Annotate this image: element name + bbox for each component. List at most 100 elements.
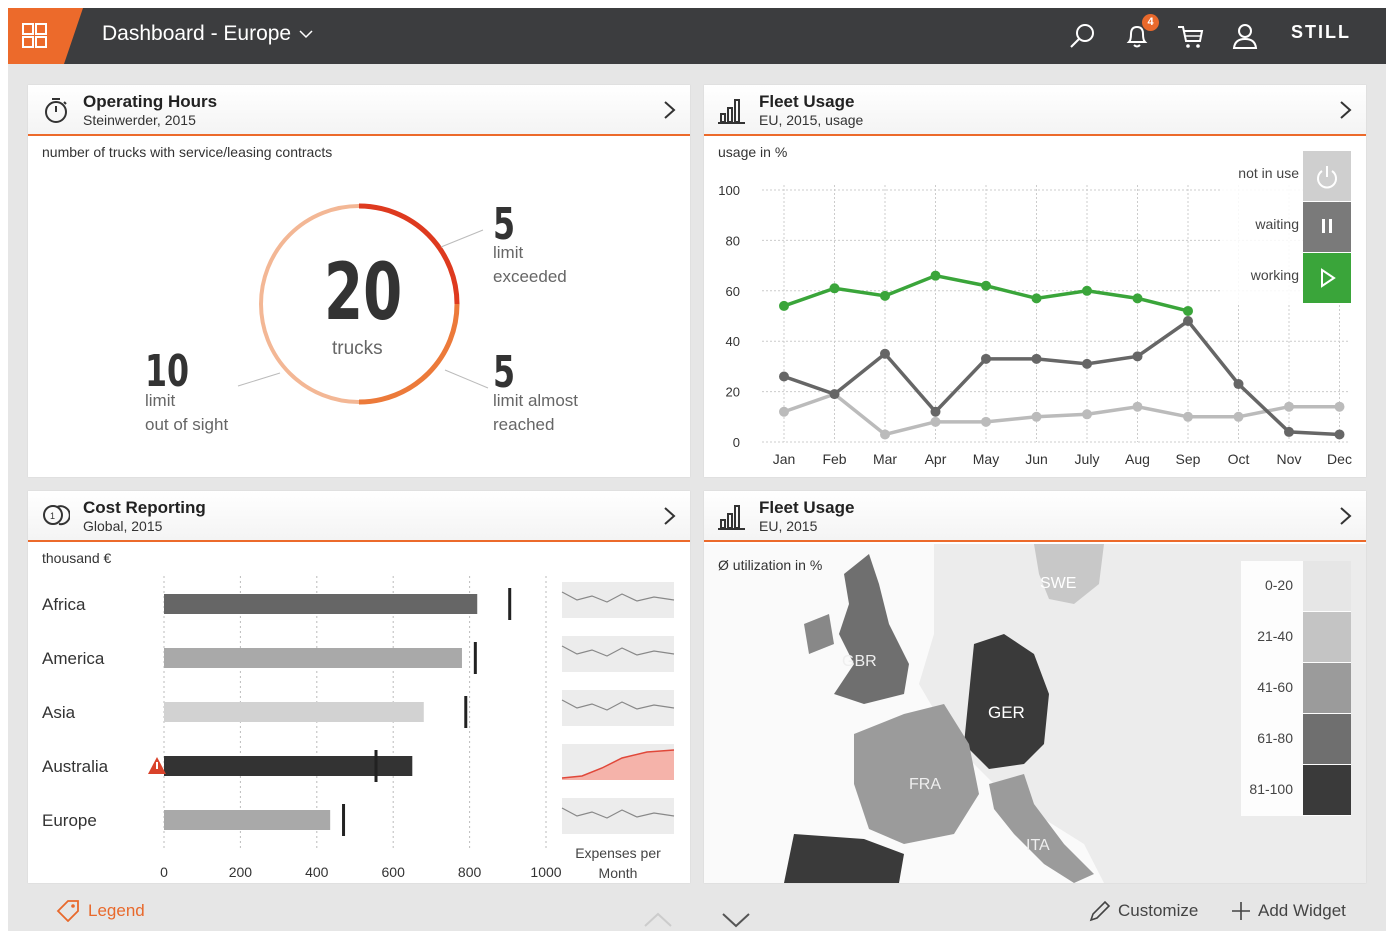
data-point: [880, 290, 890, 301]
x-tick-label: Mar: [873, 451, 897, 467]
x-tick-label: Sep: [1176, 451, 1201, 467]
map-label-ger: GER: [988, 703, 1025, 722]
legend-range-label: 41-60: [1257, 679, 1293, 695]
data-point: [1031, 353, 1042, 364]
data-point: [1031, 293, 1042, 304]
widget-title: Fleet Usage: [759, 498, 855, 517]
x-tick-label: Apr: [925, 451, 947, 467]
legend-not-in-use-label: not in use: [1238, 165, 1299, 181]
data-point: [829, 283, 840, 294]
y-tick-label: 100: [718, 183, 740, 198]
x-tick-label: Jan: [773, 451, 796, 467]
legend-row: 21-40: [1241, 612, 1351, 662]
cart-icon[interactable]: [1175, 20, 1207, 52]
map-caption: Ø utilization in %: [718, 557, 823, 573]
total-trucks-value: 20: [324, 248, 403, 338]
y-tick-label: 40: [726, 334, 740, 349]
fleet-usage-widget: Fleet Usage EU, 2015, usage usage in % 0…: [704, 85, 1366, 477]
target-marker: [374, 750, 378, 782]
pause-icon[interactable]: [1303, 202, 1351, 252]
data-point: [829, 389, 840, 400]
data-point: [1183, 316, 1193, 327]
data-point: [1132, 351, 1143, 362]
data-point: [1233, 411, 1244, 422]
target-marker: [473, 642, 477, 674]
x-tick-label: Nov: [1277, 451, 1302, 467]
x-tick-label: Feb: [822, 451, 846, 467]
widget-header[interactable]: Fleet Usage EU, 2015: [704, 491, 1366, 542]
legend-label: Legend: [88, 901, 145, 920]
customize-button[interactable]: Customize: [1088, 900, 1198, 922]
y-tick-label: 20: [726, 385, 740, 400]
legend-swatch: [1303, 714, 1351, 764]
x-tick-label: July: [1075, 451, 1100, 467]
target-marker: [508, 588, 512, 620]
y-tick-label: 0: [733, 435, 740, 450]
cost-bar-chart: 0 200 400 600 800 1000 Africa America Asia Austra…: [42, 576, 675, 880]
play-icon[interactable]: [1303, 253, 1351, 303]
x-tick-label: 200: [229, 864, 253, 880]
legend-row: 61-80: [1241, 714, 1351, 764]
bar: [164, 810, 331, 830]
x-tick-label: May: [973, 451, 999, 467]
widget-subtitle: EU, 2015: [759, 518, 818, 534]
data-point: [1334, 401, 1345, 412]
legend-range-label: 61-80: [1257, 730, 1293, 746]
map-label-ita: ITA: [1026, 837, 1050, 854]
data-point: [1132, 401, 1143, 412]
bar: [164, 648, 462, 668]
data-point: [880, 348, 890, 359]
data-point: [779, 300, 789, 311]
data-point: [1031, 411, 1042, 422]
chevron-up-icon[interactable]: [643, 910, 673, 928]
legend-range-label: 21-40: [1257, 628, 1293, 644]
legend-range-label: 0-20: [1264, 577, 1293, 593]
add-widget-label: Add Widget: [1258, 901, 1346, 920]
legend-swatch: [1303, 663, 1351, 713]
search-icon[interactable]: [1067, 20, 1099, 52]
customize-label: Customize: [1118, 901, 1199, 920]
user-icon[interactable]: [1229, 20, 1261, 52]
bar: [164, 702, 424, 722]
category-label: Asia: [42, 703, 76, 722]
x-tick-label: Oct: [1228, 451, 1250, 467]
notification-badge: 4: [1142, 14, 1159, 31]
x-tick-label: Jun: [1025, 451, 1048, 467]
category-label: Africa: [42, 595, 86, 614]
x-tick-label: 800: [458, 864, 482, 880]
series-line-waiting: [783, 318, 1340, 437]
chevron-down-icon[interactable]: [721, 910, 751, 928]
dashboard-title: Dashboard - Europe: [102, 22, 292, 45]
data-point: [880, 429, 890, 440]
legend-swatch: [1303, 612, 1351, 662]
data-point: [1334, 429, 1345, 440]
x-tick-label: Dec: [1327, 451, 1352, 467]
data-point: [779, 406, 789, 417]
y-tick-label: 80: [726, 233, 740, 248]
category-label: America: [42, 649, 105, 668]
data-point: [981, 353, 991, 364]
apps-grid-icon[interactable]: [8, 8, 83, 64]
bar: [164, 594, 478, 614]
power-icon[interactable]: [1303, 151, 1351, 201]
plus-icon: [1232, 902, 1250, 920]
dashboard-selector[interactable]: Dashboard - Europe: [102, 22, 313, 46]
legend-button[interactable]: Legend: [56, 900, 145, 922]
category-label: Australia: [42, 757, 109, 776]
data-point: [1082, 409, 1092, 420]
data-point: [1183, 305, 1193, 316]
add-widget-button[interactable]: Add Widget: [1230, 900, 1346, 922]
legend-row: 41-60: [1241, 663, 1351, 713]
legend-swatch: [1303, 561, 1351, 611]
legend-range-label: 81-100: [1249, 781, 1293, 797]
data-point: [779, 371, 789, 382]
expenses-caption: Expenses per Month: [575, 845, 661, 881]
data-point: [930, 416, 941, 427]
tag-icon: [56, 900, 79, 922]
data-point: [1233, 379, 1244, 390]
exceeded-label: limit exceeded: [493, 243, 567, 286]
chevron-down-icon: [299, 30, 313, 39]
data-point: [1183, 411, 1193, 422]
chevron-right-icon[interactable]: [1336, 505, 1356, 527]
operating-hours-widget: Operating Hours Steinwerder, 2015 number…: [28, 85, 690, 477]
